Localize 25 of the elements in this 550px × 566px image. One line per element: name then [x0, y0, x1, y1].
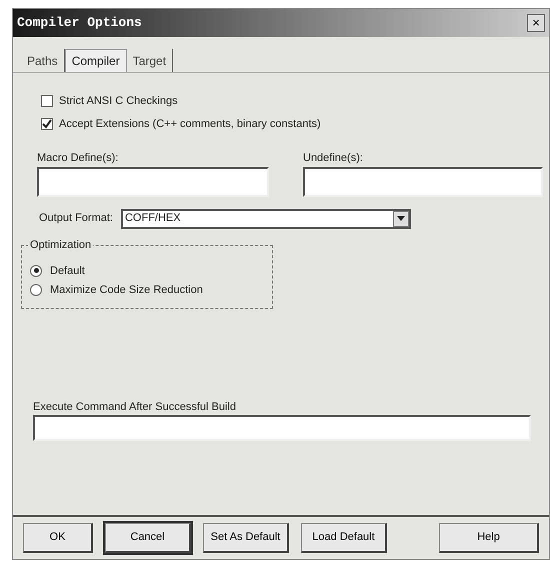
- radio-label: Maximize Code Size Reduction: [50, 283, 203, 298]
- field-label: Execute Command After Successful Build: [33, 400, 237, 414]
- input-field[interactable]: [37, 166, 269, 196]
- checkbox[interactable]: [41, 95, 53, 108]
- dialog-button[interactable]: Help: [439, 523, 539, 553]
- dialog-button[interactable]: Load Default: [301, 523, 387, 553]
- close-button[interactable]: ×: [527, 14, 545, 32]
- radio-label: Default: [50, 264, 85, 278]
- dialog-button[interactable]: Set As Default: [203, 523, 289, 553]
- tab[interactable]: Target: [126, 49, 174, 72]
- input-field[interactable]: [33, 415, 531, 441]
- tab[interactable]: Compiler: [64, 49, 127, 72]
- input-field[interactable]: [303, 166, 543, 196]
- field-label: Undefine(s):: [303, 151, 364, 166]
- field-label: Output Format:: [39, 211, 113, 226]
- dialog-button[interactable]: Cancel: [105, 523, 191, 553]
- checkbox-label: Strict ANSI C Checkings: [59, 94, 178, 109]
- checkbox[interactable]: [41, 118, 53, 130]
- field-label: Macro Define(s):: [37, 151, 120, 166]
- radio-button[interactable]: [30, 264, 42, 277]
- dialog-button[interactable]: OK: [23, 523, 93, 553]
- checkbox-label: Accept Extensions (C++ comments, binary constants): [59, 116, 321, 132]
- dropdown[interactable]: COFF/HEX: [120, 208, 411, 228]
- window-title: Compiler Options: [17, 14, 142, 32]
- radio-button[interactable]: [30, 284, 42, 296]
